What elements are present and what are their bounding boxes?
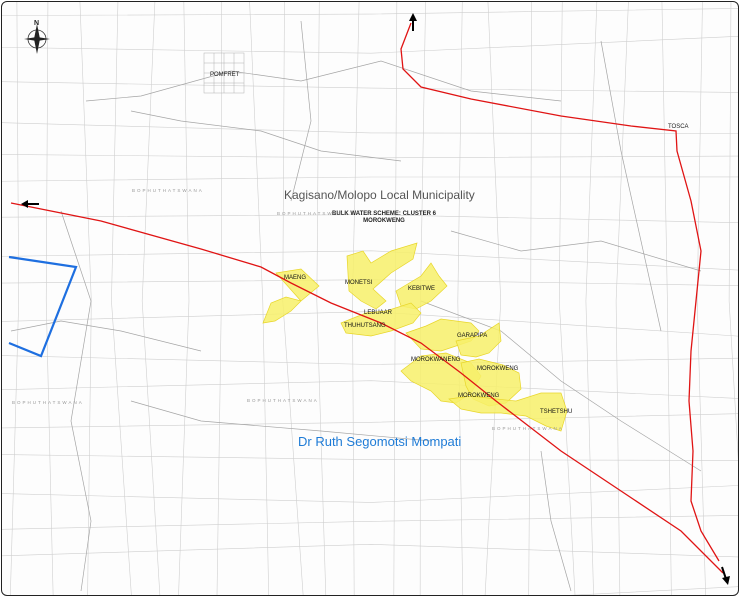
north-road-line[interactable]: [400, 22, 720, 562]
north-label: N: [34, 20, 40, 27]
grid-line: [178, 2, 190, 595]
town-label-thuhutsang[interactable]: THUHUTSANG: [344, 323, 386, 329]
grid-line: [249, 2, 269, 595]
map-canvas[interactable]: [2, 2, 738, 595]
grid-line: [696, 2, 706, 595]
grid-line: [2, 544, 738, 558]
direction-arrow-icon: [721, 566, 730, 585]
grid-line: [2, 355, 738, 365]
region-label-bophuthatswana-top: BOPHUTHATSWANA: [277, 211, 349, 216]
region-label-bophuthatswana-west: BOPHUTHATSWANA: [12, 400, 84, 405]
town-label-morokweng-east[interactable]: MOROKWENG: [477, 366, 518, 372]
town-label-tosca[interactable]: TOSCA: [668, 124, 689, 130]
region-label-bophuthatswana-nw: BOPHUTHATSWANA: [132, 188, 204, 193]
grid-line: [2, 380, 738, 399]
grid-line: [2, 36, 738, 54]
grid-line: [558, 2, 576, 595]
direction-arrow-icon: [409, 13, 417, 31]
grid-line: [2, 515, 738, 530]
grid-line: [570, 586, 738, 595]
grid-line: [2, 454, 738, 461]
town-label-kebitwe[interactable]: KEBITWE: [408, 286, 435, 292]
town-label-maeng[interactable]: MAENG: [284, 275, 306, 281]
grid-line: [2, 413, 738, 429]
grid-line: [528, 2, 532, 595]
grid-line: [141, 2, 161, 595]
grid-line: [661, 2, 672, 595]
grid-line: [484, 2, 502, 595]
grid-line: [457, 2, 464, 595]
town-label-lebuaar[interactable]: LEBUAAR: [364, 310, 392, 316]
grid-line: [111, 2, 132, 595]
town-label-morokwaneng[interactable]: MOROKWANENG: [411, 357, 460, 363]
grid-line: [79, 2, 92, 595]
town-label-morokweng[interactable]: MOROKWENG: [458, 393, 499, 399]
town-label-garapipa[interactable]: GARAPIPA: [457, 333, 487, 339]
grid-line: [45, 2, 54, 595]
municipality-label: Kagisano/Molopo Local Municipality: [284, 188, 475, 202]
town-label-tshetshu[interactable]: TSHETSHU: [540, 409, 572, 415]
town-label-pomfret[interactable]: POMFRET: [210, 72, 239, 78]
grid-line: [2, 81, 738, 93]
grid-line: [728, 2, 738, 460]
map-frame: N POMFRET TOSCA Kagisano/Molopo Local Mu…: [1, 1, 739, 596]
grid-line: [2, 485, 738, 503]
region-label-bophuthatswana-se: BOPHUTHATSWANA: [492, 426, 564, 431]
scheme-subtitle: MOROKWENG: [363, 218, 405, 224]
farm-boundaries: [10, 20, 702, 592]
grid-line: [10, 2, 20, 595]
grid-line: [393, 2, 398, 595]
grid-line: [216, 2, 223, 595]
north-arrow-icon: [24, 24, 50, 54]
district-label: Dr Ruth Segomotsi Mompati: [298, 434, 462, 449]
region-label-bophuthatswana-center: BOPHUTHATSWANA: [247, 398, 319, 403]
grid-line: [2, 122, 738, 134]
municipal-boundary-line: [8, 255, 78, 358]
town-label-monetsi[interactable]: MONETSI: [345, 280, 372, 286]
